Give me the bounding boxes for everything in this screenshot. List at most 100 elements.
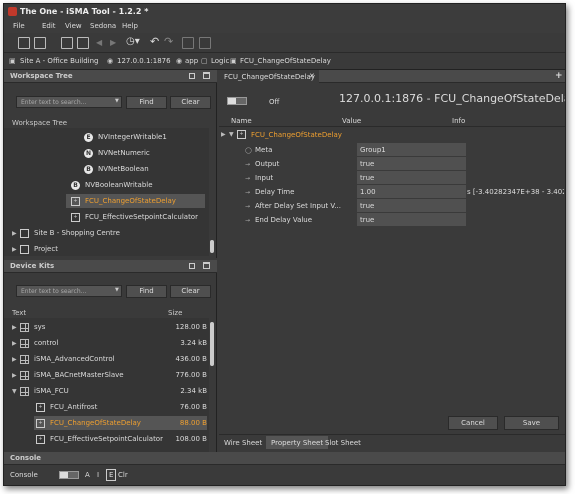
property-value[interactable]: true bbox=[357, 157, 466, 170]
devicekits-clear-button[interactable]: Clear bbox=[170, 285, 211, 298]
breadcrumb-site[interactable]: Site A - Office Building bbox=[20, 57, 98, 65]
property-value[interactable]: true bbox=[357, 171, 466, 184]
expand-arrow-icon[interactable]: ▶ bbox=[12, 324, 20, 331]
app-icon: ◉ bbox=[176, 57, 183, 65]
tab-fcu-changeofstatedelay[interactable]: FCU_ChangeOfStateDelay ✕ bbox=[219, 70, 319, 83]
breadcrumb-app[interactable]: app bbox=[185, 57, 198, 65]
property-value[interactable]: true bbox=[357, 213, 466, 226]
tree-item[interactable]: ▶ Site B - Shopping Centre bbox=[12, 226, 120, 240]
forward-icon[interactable]: ▶ bbox=[110, 38, 116, 47]
tab-property-sheet[interactable]: Property Sheet bbox=[266, 436, 329, 449]
kit-row[interactable]: ▶ iSMA_BACnetMasterSlave 776.00 B bbox=[12, 368, 207, 382]
chevron-down-icon[interactable]: ▼ bbox=[115, 287, 119, 293]
menu-file[interactable]: File bbox=[13, 22, 25, 30]
scrollbar-thumb[interactable] bbox=[210, 322, 214, 366]
kit-row[interactable]: ▼ iSMA_FCU 2.34 kB bbox=[12, 384, 207, 398]
menu-help[interactable]: Help bbox=[122, 22, 138, 30]
redo-icon[interactable]: ↷ bbox=[164, 35, 173, 48]
close-icon[interactable]: ✕ bbox=[309, 72, 315, 80]
slot-icon: → bbox=[245, 160, 251, 168]
property-row-meta[interactable]: ◯ Meta Group1 bbox=[237, 143, 565, 157]
col-value-header[interactable]: Value bbox=[342, 117, 361, 125]
component-icon: + bbox=[36, 418, 45, 428]
property-row-output[interactable]: → Output true bbox=[237, 157, 565, 171]
tree-item[interactable]: B NVNetBoolean bbox=[84, 162, 149, 176]
tree-icon[interactable] bbox=[77, 37, 89, 49]
console-filter-i[interactable]: I bbox=[97, 471, 99, 479]
kit-row[interactable]: + FCU_Antifrost 76.00 B bbox=[36, 400, 207, 414]
tree-item[interactable]: E NVIntegerWritable1 bbox=[84, 130, 167, 144]
menu-sedona[interactable]: Sedona bbox=[90, 22, 116, 30]
add-tab-icon[interactable]: + bbox=[555, 71, 563, 81]
property-value[interactable]: true bbox=[357, 199, 466, 212]
expand-arrow-icon[interactable]: ▶ bbox=[221, 131, 229, 138]
col-info-header[interactable]: Info bbox=[452, 117, 465, 125]
expand-arrow-icon[interactable]: ▶ bbox=[12, 356, 20, 363]
menu-edit[interactable]: Edit bbox=[42, 22, 56, 30]
devicekits-search-input[interactable]: Enter text to search... bbox=[16, 285, 122, 297]
kit-icon bbox=[20, 338, 29, 348]
expand-arrow-icon[interactable]: ▶ bbox=[12, 340, 20, 347]
expand-arrow-icon[interactable]: ▶ bbox=[12, 372, 20, 379]
layout-icon[interactable] bbox=[18, 37, 30, 49]
workspace-clear-button[interactable]: Clear bbox=[170, 96, 211, 109]
console-clear-button[interactable]: Clr bbox=[118, 471, 128, 479]
property-row-end-delay[interactable]: → End Delay Value true bbox=[237, 213, 565, 227]
tree-item[interactable]: N NVNetNumeric bbox=[84, 146, 150, 160]
tab-slot-sheet[interactable]: Slot Sheet bbox=[320, 436, 366, 449]
boolean-icon: B bbox=[71, 180, 80, 190]
workspace-search-input[interactable]: Enter text to search... bbox=[16, 96, 122, 108]
collapse-arrow-icon[interactable]: ▼ bbox=[12, 388, 20, 395]
home-icon[interactable]: ▣ bbox=[9, 57, 16, 65]
col-name-header[interactable]: Name bbox=[231, 117, 252, 125]
save-button[interactable]: Save bbox=[504, 416, 559, 430]
breadcrumb-logic[interactable]: Logic bbox=[211, 57, 229, 65]
chevron-down-icon[interactable]: ▼ bbox=[115, 98, 119, 104]
tree-item[interactable]: B NVBooleanWritable bbox=[71, 178, 153, 192]
menu-view[interactable]: View bbox=[65, 22, 82, 30]
undo-icon[interactable]: ↶ bbox=[150, 35, 159, 48]
property-value[interactable]: 1.00 bbox=[357, 185, 466, 198]
workspace-find-button[interactable]: Find bbox=[126, 96, 167, 109]
property-row-delay-time[interactable]: → Delay Time 1.00 s [-3.40282347E+38 - 3.40… bbox=[237, 185, 565, 199]
editor-tabbar: FCU_ChangeOfStateDelay ✕ + bbox=[219, 70, 565, 83]
kit-row[interactable]: ▶ iSMA_AdvancedControl 436.00 B bbox=[12, 352, 207, 366]
console-filter-e[interactable]: E bbox=[106, 469, 117, 481]
kit-row[interactable]: ▶ control 3.24 kB bbox=[12, 336, 207, 350]
devicekits-find-button[interactable]: Find bbox=[126, 285, 167, 298]
back-icon[interactable]: ◀ bbox=[96, 38, 102, 47]
tree-item[interactable]: ▶ Project bbox=[12, 242, 58, 256]
kit-row[interactable]: ▶ sys 128.00 B bbox=[12, 320, 207, 334]
disk-icon[interactable] bbox=[199, 37, 211, 49]
history-icon[interactable]: ◷▾ bbox=[126, 36, 140, 47]
scrollbar-thumb[interactable] bbox=[210, 240, 214, 253]
maximize-icon[interactable] bbox=[203, 72, 210, 79]
toolbar: ◀ ▶ ◷▾ ↶ ↷ bbox=[4, 33, 565, 53]
property-row-after-delay[interactable]: → After Delay Set Input V... true bbox=[237, 199, 565, 213]
col-size-header[interactable]: Size bbox=[168, 309, 182, 317]
cancel-button[interactable]: Cancel bbox=[448, 416, 498, 430]
col-text-header[interactable]: Text bbox=[12, 309, 26, 317]
copy-icon[interactable] bbox=[182, 37, 194, 49]
expand-arrow-icon[interactable]: ▶ bbox=[12, 246, 20, 253]
save-icon[interactable] bbox=[34, 37, 46, 49]
property-value[interactable]: Group1 bbox=[357, 143, 466, 156]
tree-item-selected[interactable]: + FCU_ChangeOfStateDelay bbox=[66, 194, 205, 208]
expand-arrow-icon[interactable]: ▶ bbox=[12, 230, 20, 237]
tab-wire-sheet[interactable]: Wire Sheet bbox=[219, 436, 267, 449]
toggle-switch[interactable] bbox=[227, 97, 247, 105]
console-filter-a[interactable]: A bbox=[85, 471, 90, 479]
collapse-arrow-icon[interactable]: ▼ bbox=[229, 131, 237, 138]
image-icon[interactable] bbox=[61, 37, 73, 49]
property-row-input[interactable]: → Input true bbox=[237, 171, 565, 185]
restore-icon[interactable] bbox=[189, 263, 195, 269]
breadcrumb-current[interactable]: FCU_ChangeOfStateDelay bbox=[240, 57, 331, 65]
tree-item[interactable]: + FCU_EffectiveSetpointCalculator bbox=[71, 210, 198, 224]
restore-icon[interactable] bbox=[189, 73, 195, 79]
kit-row-selected[interactable]: + FCU_ChangeOfStateDelay 88.00 B bbox=[34, 416, 207, 430]
console-toggle[interactable] bbox=[59, 471, 79, 479]
breadcrumb-ip[interactable]: 127.0.0.1:1876 bbox=[117, 57, 171, 65]
maximize-icon[interactable] bbox=[203, 262, 210, 269]
property-root-row[interactable]: ▶ ▼ + FCU_ChangeOfStateDelay bbox=[221, 130, 342, 139]
kit-row[interactable]: + FCU_EffectiveSetpointCalculator 108.00 B bbox=[36, 432, 207, 446]
